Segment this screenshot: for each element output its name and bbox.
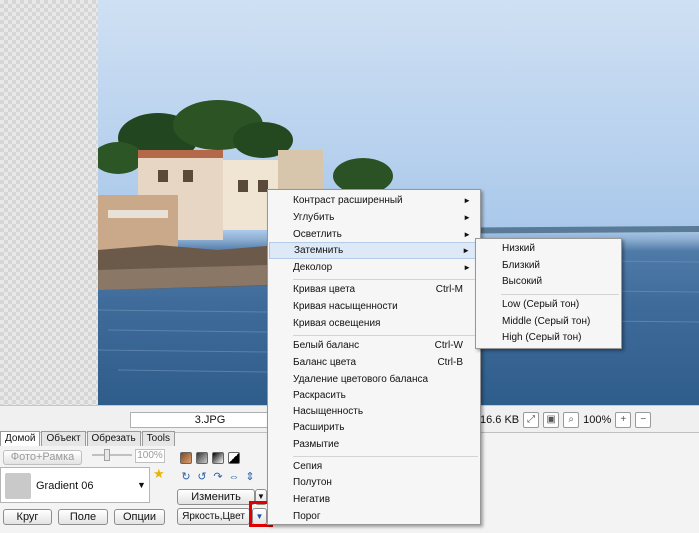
favorite-star-icon[interactable]: ★	[153, 466, 165, 482]
menu-item-decolor[interactable]: Деколор ►	[269, 259, 479, 276]
submenu-arrow-icon: ►	[462, 246, 470, 255]
submenu-item-close[interactable]: Близкий	[477, 258, 620, 274]
menu-item-remove-color-balance[interactable]: Удаление цветового баланса	[269, 371, 479, 388]
circle-button[interactable]: Круг	[3, 509, 52, 525]
filename-label: 3.JPG	[130, 412, 290, 428]
menu-item-color-curve[interactable]: Кривая цвета Ctrl-M	[269, 281, 479, 298]
menu-item-deepen[interactable]: Углубить ►	[269, 209, 479, 226]
menu-item-saturation[interactable]: Насыщенность	[269, 403, 479, 420]
menu-item-color-balance[interactable]: Баланс цвета Ctrl-B	[269, 354, 479, 371]
menu-item-expand[interactable]: Расширить	[269, 419, 479, 436]
menu-item-blur[interactable]: Размытие	[269, 436, 479, 453]
field-button[interactable]: Поле	[58, 509, 108, 525]
photo-frame-button[interactable]: Фото+Рамка	[3, 450, 82, 465]
chevron-down-icon: ▼	[137, 480, 146, 490]
fit-to-window-icon[interactable]: ⤢	[523, 412, 540, 428]
opacity-slider-handle[interactable]	[104, 449, 110, 461]
submenu-item-high[interactable]: Высокий	[477, 274, 620, 290]
tab-tools[interactable]: Tools	[141, 431, 176, 446]
menu-item-halftone[interactable]: Полутон	[269, 474, 479, 491]
menu-item-lighten[interactable]: Осветлить ►	[269, 226, 479, 243]
invert-tone-icon[interactable]	[228, 452, 240, 464]
menu-item-sepia[interactable]: Сепия	[269, 458, 479, 475]
tab-bar: Домой Объект Обрезать Tools	[0, 431, 176, 446]
darken-submenu: Низкий Близкий Высокий Low (Серый тон) M…	[475, 238, 622, 349]
menu-separator	[293, 279, 478, 280]
menu-item-extended-contrast[interactable]: Контраст расширенный ►	[269, 192, 479, 209]
menu-item-lighting-curve[interactable]: Кривая освещения	[269, 315, 479, 332]
flip-horizontal-icon[interactable]: ⇔	[228, 471, 240, 483]
menu-item-threshold[interactable]: Порог	[269, 508, 479, 525]
change-button[interactable]: Изменить	[177, 489, 255, 505]
menu-item-white-balance[interactable]: Белый баланс Ctrl-W	[269, 337, 479, 354]
zoom-level: 100%	[583, 414, 612, 426]
contrast-tone-icon[interactable]	[212, 452, 224, 464]
menu-item-darken[interactable]: Затемнить ►	[269, 242, 479, 259]
tab-object[interactable]: Объект	[41, 431, 86, 446]
actual-size-icon[interactable]: ▣	[543, 412, 560, 428]
status-right-group: 16.6 KB ⤢ ▣ ⌕ 100% + −	[480, 409, 652, 431]
submenu-item-high-gray[interactable]: High (Серый тон)	[477, 330, 620, 346]
menu-separator	[293, 335, 478, 336]
options-button[interactable]: Опции	[114, 509, 165, 525]
brightness-color-button[interactable]: Яркость,Цвет	[177, 508, 250, 525]
menu-separator	[293, 456, 478, 457]
tab-crop[interactable]: Обрезать	[86, 431, 141, 446]
menu-item-negative[interactable]: Негатив	[269, 491, 479, 508]
flip-vertical-icon[interactable]: ⇕	[244, 471, 256, 483]
adjustments-menu: Контраст расширенный ► Углубить ► Осветлит…	[267, 189, 481, 525]
menu-item-colorize[interactable]: Раскрасить	[269, 387, 479, 404]
zoom-fit-icon[interactable]: ⌕	[563, 412, 580, 428]
rotate-left-icon[interactable]: ↺	[196, 471, 208, 483]
submenu-item-low-gray[interactable]: Low (Серый тон)	[477, 297, 620, 313]
zoom-out-icon[interactable]: −	[635, 412, 652, 428]
menu-item-saturation-curve[interactable]: Кривая насыщенности	[269, 298, 479, 315]
submenu-arrow-icon: ►	[463, 263, 471, 272]
submenu-item-middle-gray[interactable]: Middle (Серый тон)	[477, 314, 620, 330]
opacity-slider-track[interactable]	[92, 454, 132, 456]
rotate-icon[interactable]: ↻	[180, 471, 192, 483]
zoom-in-icon[interactable]: +	[615, 412, 632, 428]
gradient-swatch	[5, 473, 31, 499]
submenu-arrow-icon: ►	[463, 213, 471, 222]
transparent-canvas-area	[0, 0, 98, 405]
submenu-arrow-icon: ►	[463, 196, 471, 205]
submenu-arrow-icon: ►	[463, 230, 471, 239]
submenu-separator	[501, 294, 619, 295]
submenu-item-low[interactable]: Низкий	[477, 241, 620, 257]
opacity-value: 100%	[135, 449, 165, 463]
gradient-name: Gradient 06	[36, 480, 94, 492]
gray-tone-icon[interactable]	[196, 452, 208, 464]
tab-home[interactable]: Домой	[0, 431, 41, 446]
rotate-right-icon[interactable]: ↷	[212, 471, 224, 483]
file-size-label: 16.6 KB	[480, 414, 520, 426]
brown-tone-icon[interactable]	[180, 452, 192, 464]
